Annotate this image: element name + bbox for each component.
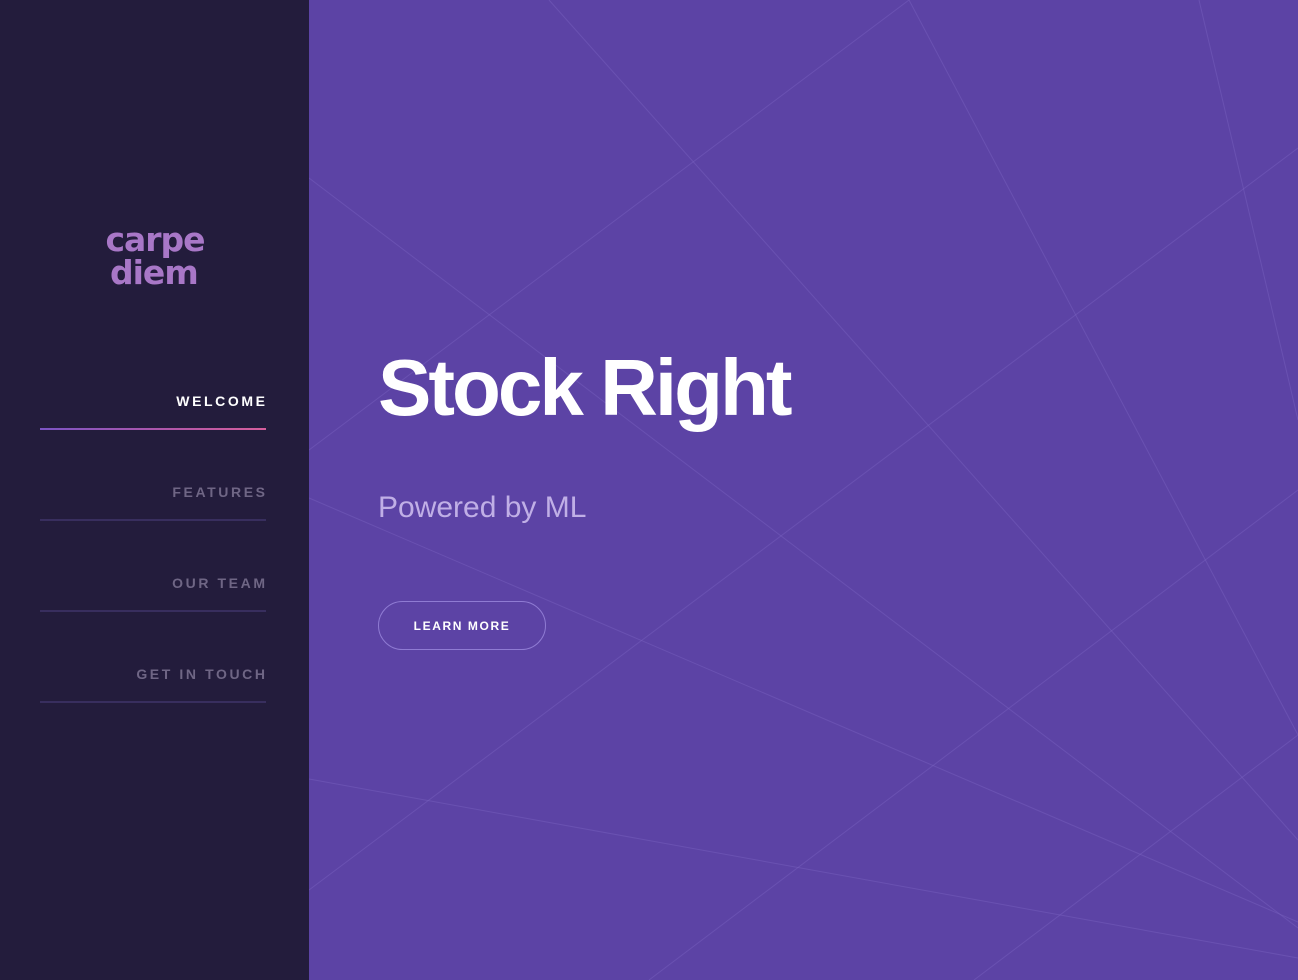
nav-item-get-in-touch[interactable]: GET IN TOUCH [40, 626, 266, 717]
sidebar-nav: WELCOME FEATURES OUR TEAM GET IN TOUCH [40, 353, 266, 717]
nav-item-label: FEATURES [172, 484, 268, 500]
nav-item-label: OUR TEAM [172, 575, 268, 591]
logo-line-1: carpe [105, 220, 205, 259]
background-line [648, 489, 1298, 980]
background-line [973, 734, 1298, 980]
background-line [309, 177, 1298, 929]
background-line [908, 0, 1298, 736]
logo[interactable]: carpe diem [96, 223, 214, 289]
hero-content: Stock Right Powered by ML [378, 340, 792, 528]
background-line [309, 778, 1298, 959]
nav-item-underline [40, 701, 266, 703]
nav-item-label: WELCOME [176, 393, 268, 409]
sidebar: carpe diem WELCOME FEATURES OUR TEAM GET… [0, 0, 309, 980]
page: carpe diem WELCOME FEATURES OUR TEAM GET… [0, 0, 1298, 980]
logo-line-2: diem [110, 253, 199, 292]
background-line [1198, 0, 1298, 421]
nav-item-welcome[interactable]: WELCOME [40, 353, 266, 444]
nav-item-underline [40, 519, 266, 521]
nav-item-features[interactable]: FEATURES [40, 444, 266, 535]
nav-item-label: GET IN TOUCH [136, 666, 268, 682]
learn-more-button[interactable]: LEARN MORE [378, 601, 546, 650]
hero-section: Stock Right Powered by ML LEARN MORE [309, 0, 1298, 980]
nav-item-underline [40, 610, 266, 612]
nav-item-our-team[interactable]: OUR TEAM [40, 535, 266, 626]
hero-title: Stock Right [378, 343, 792, 432]
hero-subtitle: Powered by ML [378, 491, 587, 524]
nav-item-underline [40, 428, 266, 430]
background-line [309, 497, 1298, 923]
